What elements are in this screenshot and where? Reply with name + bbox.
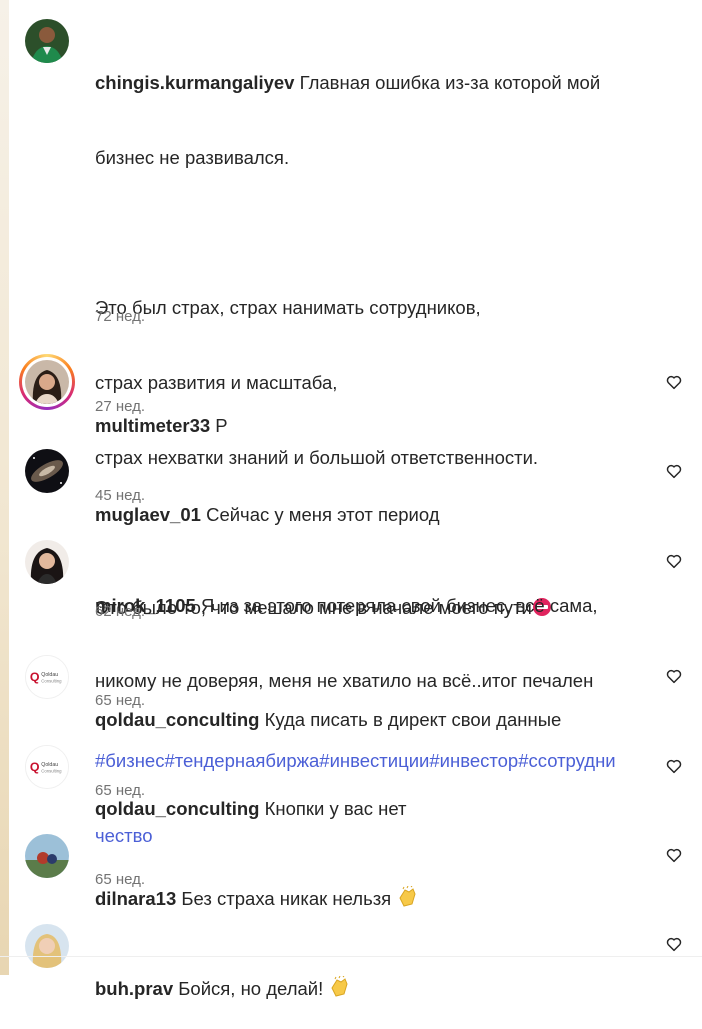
comment-body: Я из за этого потеряла свой бизнес, всё … [195,595,598,616]
comment-username[interactable]: buh.prav [95,978,173,999]
svg-text:Q: Q [30,760,40,774]
avatar-chingis[interactable] [25,19,69,63]
comment-body: Сейчас у меня этот период [200,504,440,525]
comment-username[interactable]: qoldau_conculting [95,798,259,819]
clapping-hands-emoji [328,975,350,1004]
logo-top: Qoldau [41,762,58,768]
svg-text:Q: Q [30,670,40,684]
comment-qoldau-2: qoldau_conculting Кнопки у вас нет [95,746,655,846]
comment-buh-prav: buh.prav Бойся, но делай! [95,926,655,1029]
comment-time: 45 нед. [95,487,146,504]
background-strip [0,0,9,975]
heart-outline-icon[interactable] [665,935,683,953]
comment-time: 65 нед. [95,692,146,709]
logo-bottom: Consulting [41,769,62,774]
heart-outline-icon[interactable] [665,846,683,864]
comment-body: Без страха никак нельзя [176,888,397,909]
avatar-muglaev[interactable] [25,449,69,493]
comment-username[interactable]: qoldau_conculting [95,709,259,730]
comment-dilnara: dilnara13 Без страха никак нельзя [95,836,655,939]
comment-time: 65 нед. [95,782,146,799]
avatar-qoldau[interactable]: Q Qoldau Consulting [25,745,69,789]
caption-line-2: бизнес не развивался. [95,147,290,168]
heart-outline-icon[interactable] [665,373,683,391]
avatar-qoldau[interactable]: Q Qoldau Consulting [25,655,69,699]
comment-multimeter33: multimeter33 P [95,363,655,463]
comment-body: P [210,415,228,436]
avatar-multimeter33[interactable] [25,360,69,404]
avatar-mirok[interactable] [25,540,69,584]
comment-username[interactable]: dilnara13 [95,888,176,909]
logo-top: Qoldau [41,672,58,678]
caption-username[interactable]: chingis.kurmangaliyev [95,72,294,93]
bottom-divider [0,956,702,957]
comment-time: 65 нед. [95,871,146,888]
logo-bottom: Consulting [41,679,62,684]
caption-line-1: Главная ошибка из-за которой мой [294,72,601,93]
comment-body: Куда писать в директ свои данные [259,709,562,730]
comment-username[interactable]: multimeter33 [95,415,210,436]
caption-time: 72 нед. [95,308,146,325]
comment-time: 62 нед. [95,603,146,620]
avatar-dilnara[interactable] [25,834,69,878]
comment-username[interactable]: muglaev_01 [95,504,201,525]
comment-qoldau-1: qoldau_conculting Куда писать в директ с… [95,657,655,757]
avatar-buh-prav[interactable] [25,924,69,968]
comment-body: Бойся, но делай! [173,978,329,999]
caption-line-3: Это был страх, страх нанимать сотруднико… [95,297,481,318]
heart-outline-icon[interactable] [665,462,683,480]
comment-time: 27 нед. [95,398,146,415]
comment-body: Кнопки у вас нет [259,798,407,819]
clapping-hands-emoji [396,885,418,914]
heart-outline-icon[interactable] [665,757,683,775]
heart-outline-icon[interactable] [665,667,683,685]
heart-outline-icon[interactable] [665,552,683,570]
comment-muglaev: muglaev_01 Сейчас у меня этот период [95,452,655,552]
